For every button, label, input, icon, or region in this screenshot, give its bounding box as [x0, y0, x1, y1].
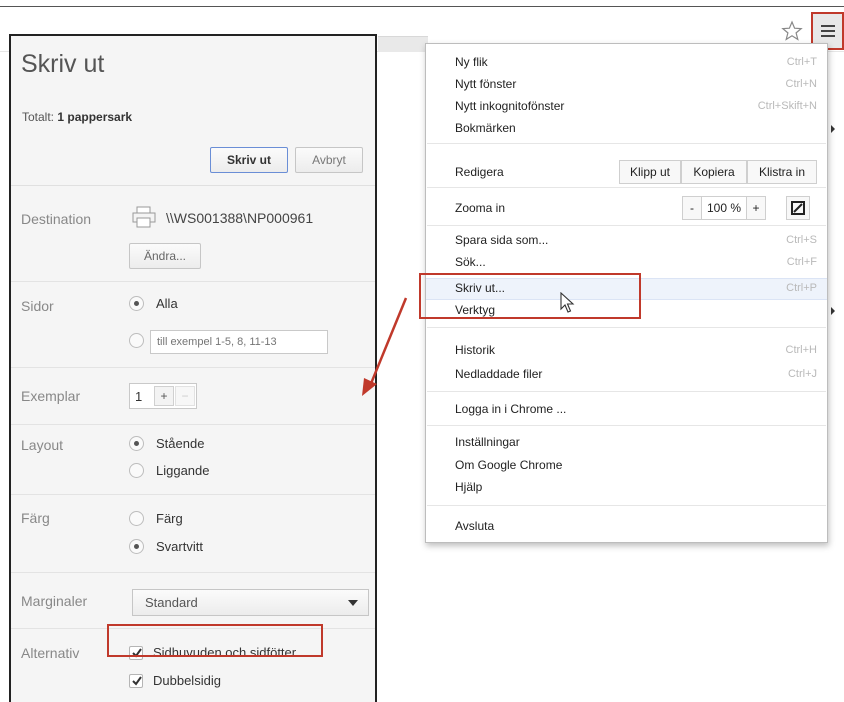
landscape-radio[interactable]	[129, 463, 144, 478]
page-title: Skriv ut	[21, 50, 105, 78]
menu-separator	[427, 327, 826, 328]
menu-separator	[427, 391, 826, 392]
copies-label: Exemplar	[21, 388, 81, 404]
zoom-in-button[interactable]: +	[746, 196, 766, 220]
shortcut-find: Ctrl+F	[786, 256, 817, 268]
menu-item-history[interactable]: Historik	[455, 343, 495, 357]
pages-range-input[interactable]	[150, 330, 328, 354]
destination-section: Destination \\WS001388\NP000961 Ändra...	[11, 186, 375, 282]
portrait-radio[interactable]	[129, 436, 144, 451]
change-destination-button[interactable]: Ändra...	[129, 243, 201, 269]
tab-strip	[378, 36, 428, 52]
cancel-button[interactable]: Avbryt	[295, 147, 363, 173]
shortcut-save-page: Ctrl+S	[786, 234, 817, 246]
paste-button[interactable]: Klistra in	[747, 160, 817, 184]
total-value: 1 pappersark	[57, 110, 133, 124]
copy-button[interactable]: Kopiera	[681, 160, 747, 184]
layout-section: Layout Stående Liggande	[11, 425, 375, 495]
margins-label: Marginaler	[21, 593, 88, 609]
menu-item-exit[interactable]: Avsluta	[455, 519, 494, 533]
headers-footers-highlight	[107, 624, 323, 657]
cut-button[interactable]: Klipp ut	[619, 160, 681, 184]
layout-portrait-option[interactable]: Stående	[129, 436, 204, 451]
menu-item-incognito[interactable]: Nytt inkognitofönster	[455, 99, 564, 113]
color-bw-option[interactable]: Svartvitt	[129, 539, 203, 554]
margins-select[interactable]: Standard	[132, 589, 369, 616]
color-label: Färg	[21, 510, 50, 526]
menu-separator	[427, 187, 826, 188]
layout-label: Layout	[21, 437, 64, 453]
pages-all-label: Alla	[156, 296, 178, 311]
margins-value: Standard	[145, 595, 198, 610]
shortcut-downloads: Ctrl+J	[787, 368, 817, 380]
color-radio[interactable]	[129, 511, 144, 526]
pages-range-radio[interactable]	[129, 333, 144, 348]
copies-value[interactable]: 1	[135, 389, 142, 404]
submenu-arrow-icon	[831, 125, 835, 133]
pages-section: Sidor Alla	[11, 282, 375, 368]
menu-item-find[interactable]: Sök...	[455, 255, 486, 269]
pages-all-option[interactable]: Alla	[129, 296, 178, 311]
color-option-label: Färg	[156, 511, 183, 526]
duplex-label: Dubbelsidig	[153, 673, 221, 688]
duplex-option[interactable]: Dubbelsidig	[129, 673, 221, 688]
destination-label: Destination	[21, 211, 92, 227]
print-preview-panel: Skriv ut Totalt: 1 pappersark Skriv ut A…	[9, 34, 377, 702]
printer-icon	[131, 205, 157, 234]
shortcut-new-window: Ctrl+N	[785, 78, 817, 90]
pages-all-radio[interactable]	[129, 296, 144, 311]
zoom-level: 100 %	[702, 196, 746, 220]
copies-section: Exemplar 1 + −	[11, 368, 375, 425]
sheet-total: Totalt: 1 pappersark	[22, 110, 132, 124]
color-section: Färg Färg Svartvitt	[11, 495, 375, 573]
menu-item-edit: Redigera	[455, 165, 504, 179]
margins-section: Marginaler Standard	[11, 573, 375, 629]
menu-item-settings[interactable]: Inställningar	[455, 435, 520, 449]
fullscreen-button[interactable]	[786, 196, 810, 220]
menu-item-save-page[interactable]: Spara sida som...	[455, 233, 548, 247]
bw-radio[interactable]	[129, 539, 144, 554]
print-button[interactable]: Skriv ut	[210, 147, 288, 173]
portrait-label: Stående	[156, 436, 205, 451]
shortcut-print: Ctrl+P	[786, 282, 817, 294]
menu-item-bookmarks[interactable]: Bokmärken	[455, 121, 516, 135]
menu-separator	[427, 143, 826, 144]
menu-separator	[427, 505, 826, 506]
chevron-down-icon	[348, 600, 358, 606]
menu-separator	[427, 225, 826, 226]
menu-item-downloads[interactable]: Nedladdade filer	[455, 367, 542, 381]
shortcut-history: Ctrl+H	[785, 344, 817, 356]
copies-stepper: 1 + −	[129, 383, 197, 409]
pages-label: Sidor	[21, 298, 54, 314]
menu-item-new-tab[interactable]: Ny flik	[455, 55, 488, 69]
menu-item-help[interactable]: Hjälp	[455, 480, 482, 494]
layout-landscape-option[interactable]: Liggande	[129, 463, 210, 478]
landscape-label: Liggande	[156, 463, 210, 478]
duplex-checkbox[interactable]	[129, 673, 143, 688]
printer-name: \\WS001388\NP000961	[166, 210, 314, 226]
menu-item-new-window[interactable]: Nytt fönster	[455, 77, 516, 91]
submenu-arrow-icon	[831, 307, 835, 315]
print-header: Skriv ut Totalt: 1 pappersark Skriv ut A…	[11, 36, 375, 186]
cursor-icon	[560, 291, 576, 319]
print-menu-highlight	[419, 273, 641, 319]
star-icon[interactable]	[781, 20, 803, 42]
menu-separator	[427, 425, 826, 426]
menu-item-about[interactable]: Om Google Chrome	[455, 458, 562, 472]
shortcut-new-tab: Ctrl+T	[786, 56, 817, 68]
options-label: Alternativ	[21, 645, 80, 661]
total-label: Totalt:	[22, 110, 55, 124]
menu-item-zoom: Zooma in	[455, 201, 506, 215]
fullscreen-icon	[791, 201, 805, 215]
shortcut-incognito: Ctrl+Skift+N	[757, 100, 817, 112]
zoom-out-button[interactable]: -	[682, 196, 702, 220]
window-frame-line	[0, 6, 844, 7]
menu-item-sign-in[interactable]: Logga in i Chrome ...	[455, 402, 566, 416]
copies-plus-button[interactable]: +	[154, 386, 174, 406]
bw-label: Svartvitt	[156, 539, 203, 554]
copies-minus-button[interactable]: −	[175, 386, 195, 406]
hamburger-menu-icon	[821, 25, 835, 37]
color-color-option[interactable]: Färg	[129, 511, 183, 526]
